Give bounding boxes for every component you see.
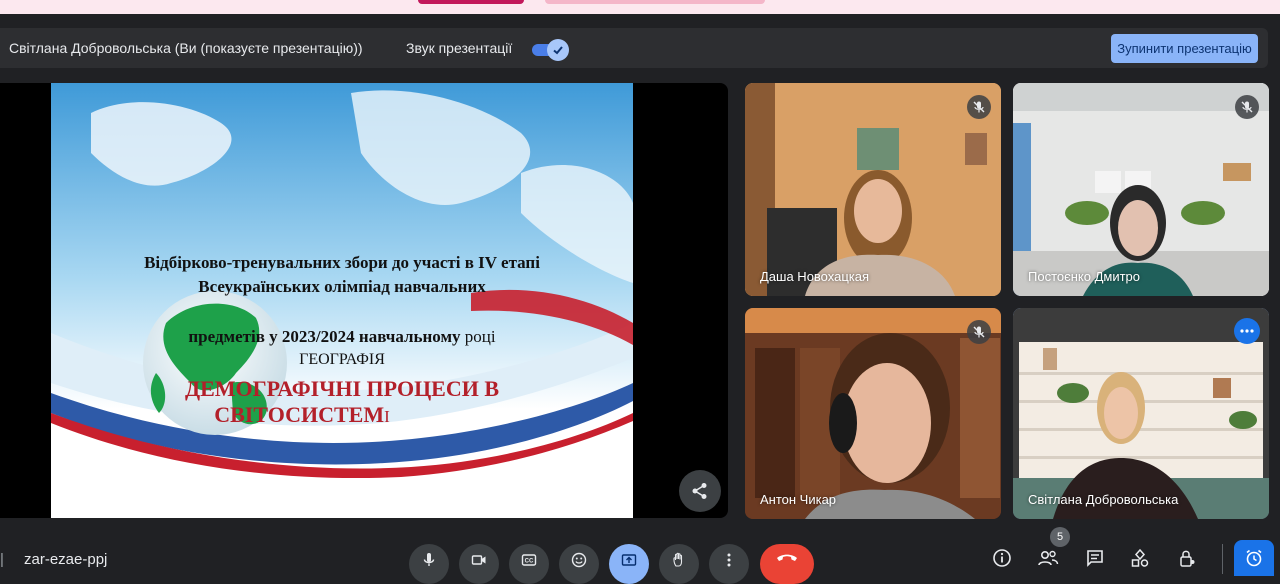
camera-button[interactable] bbox=[459, 544, 499, 584]
participant-video-feed bbox=[745, 83, 1001, 296]
slide-topic-line2-b: І bbox=[384, 407, 390, 426]
timer-button[interactable] bbox=[1234, 540, 1274, 576]
presentation-slide: Відбірково-тренувальних збори до участі … bbox=[51, 83, 633, 518]
call-end-icon bbox=[777, 554, 797, 561]
lock-person-icon bbox=[1180, 550, 1195, 567]
participant-tile[interactable]: Постоєнко Дмитро bbox=[1013, 83, 1269, 296]
participant-count-badge: 5 bbox=[1050, 527, 1070, 547]
more-options-button[interactable] bbox=[1234, 318, 1260, 344]
slide-topic-line2: СВІТОСИСТЕМІ bbox=[51, 402, 633, 428]
alarm-clock-icon bbox=[1246, 549, 1262, 567]
participant-name: Світлана Добровольська bbox=[1028, 492, 1179, 507]
raise-hand-button[interactable] bbox=[659, 544, 699, 584]
check-icon bbox=[553, 46, 563, 55]
svg-text:CC: CC bbox=[525, 559, 534, 565]
participant-name: Антон Чикар bbox=[760, 492, 837, 507]
share-icon bbox=[692, 483, 707, 499]
participant-video-feed bbox=[1013, 308, 1269, 519]
reactions-button[interactable] bbox=[559, 544, 599, 584]
browser-tab-indicator bbox=[545, 0, 765, 4]
host-controls-button[interactable] bbox=[1173, 546, 1201, 574]
present-now-button[interactable] bbox=[609, 544, 649, 584]
more-options-button[interactable] bbox=[709, 544, 749, 584]
participant-muted-indicator bbox=[1235, 95, 1259, 119]
participant-video-feed bbox=[1013, 83, 1269, 296]
bottom-control-bar: | zar-ezae-ppj CC 5 bbox=[0, 527, 1280, 584]
participant-muted-indicator bbox=[967, 320, 991, 344]
mic-off-icon bbox=[973, 326, 985, 338]
microphone-button[interactable] bbox=[409, 544, 449, 584]
participant-muted-indicator bbox=[967, 95, 991, 119]
closed-captions-icon: CC bbox=[521, 554, 537, 566]
slide-topic-line1: ДЕМОГРАФІЧНІ ПРОЦЕСИ В bbox=[184, 376, 500, 401]
participant-name: Даша Новохацкая bbox=[760, 269, 870, 284]
mic-off-icon bbox=[1241, 101, 1253, 113]
browser-top-strip bbox=[0, 0, 1280, 14]
more-vert-icon bbox=[727, 553, 731, 567]
slide-title-line2: Всеукраїнських олімпіад навчальних bbox=[198, 277, 486, 296]
slide-title-line3: предметів у 2023/2024 навчальному році bbox=[51, 327, 633, 347]
slide-topic-line2-a: СВІТОСИСТЕМ bbox=[214, 402, 385, 427]
info-icon bbox=[993, 549, 1011, 567]
meeting-code: zar-ezae-ppj bbox=[24, 551, 108, 568]
meeting-details-button[interactable] bbox=[988, 546, 1016, 574]
browser-tab-indicator bbox=[418, 0, 524, 4]
captions-button[interactable]: CC bbox=[509, 544, 549, 584]
chat-button[interactable] bbox=[1081, 546, 1109, 574]
participant-video-feed bbox=[745, 308, 1001, 519]
leave-call-button[interactable] bbox=[760, 544, 814, 584]
mic-off-icon bbox=[973, 101, 985, 113]
slide-title-line1: Відбірково-тренувальних збори до участі … bbox=[144, 253, 540, 272]
slide-title-line3-a: предметів у 2023/2024 навчальному bbox=[188, 327, 465, 346]
participant-tile-self[interactable]: Світлана Добровольська bbox=[1013, 308, 1269, 519]
participant-name: Постоєнко Дмитро bbox=[1028, 269, 1141, 284]
toolbar-divider bbox=[1222, 544, 1223, 574]
meeting-info-divider: | bbox=[0, 551, 4, 568]
activities-button[interactable] bbox=[1126, 546, 1154, 574]
people-icon bbox=[1038, 550, 1059, 566]
presentation-sound-toggle[interactable] bbox=[532, 39, 569, 61]
participant-tile[interactable]: Антон Чикар bbox=[745, 308, 1001, 519]
slide-title-line3-b: році bbox=[464, 327, 496, 346]
presentation-stage: Відбірково-тренувальних збори до участі … bbox=[0, 83, 728, 518]
video-camera-icon bbox=[471, 555, 486, 565]
raise-hand-icon bbox=[673, 552, 683, 567]
people-button[interactable] bbox=[1034, 546, 1062, 574]
emoji-icon bbox=[571, 552, 587, 568]
present-to-all-icon bbox=[621, 554, 637, 566]
share-button[interactable] bbox=[679, 470, 721, 512]
slide-background-map bbox=[51, 83, 633, 518]
participant-tile[interactable]: Даша Новохацкая bbox=[745, 83, 1001, 296]
toggle-knob bbox=[547, 39, 569, 61]
stop-presenting-button[interactable]: Зупинити презентацію bbox=[1111, 34, 1258, 63]
presentation-bar: Світлана Добровольська (Ви (показуєте пр… bbox=[0, 28, 1268, 68]
chat-icon bbox=[1087, 550, 1103, 567]
presenter-label: Світлана Добровольська (Ви (показуєте пр… bbox=[9, 40, 363, 56]
more-horiz-icon bbox=[1240, 329, 1254, 333]
activities-icon bbox=[1131, 548, 1149, 567]
slide-subject: ГЕОГРАФІЯ bbox=[299, 351, 385, 368]
presentation-sound-label: Звук презентації bbox=[406, 40, 513, 56]
microphone-icon bbox=[423, 553, 435, 566]
